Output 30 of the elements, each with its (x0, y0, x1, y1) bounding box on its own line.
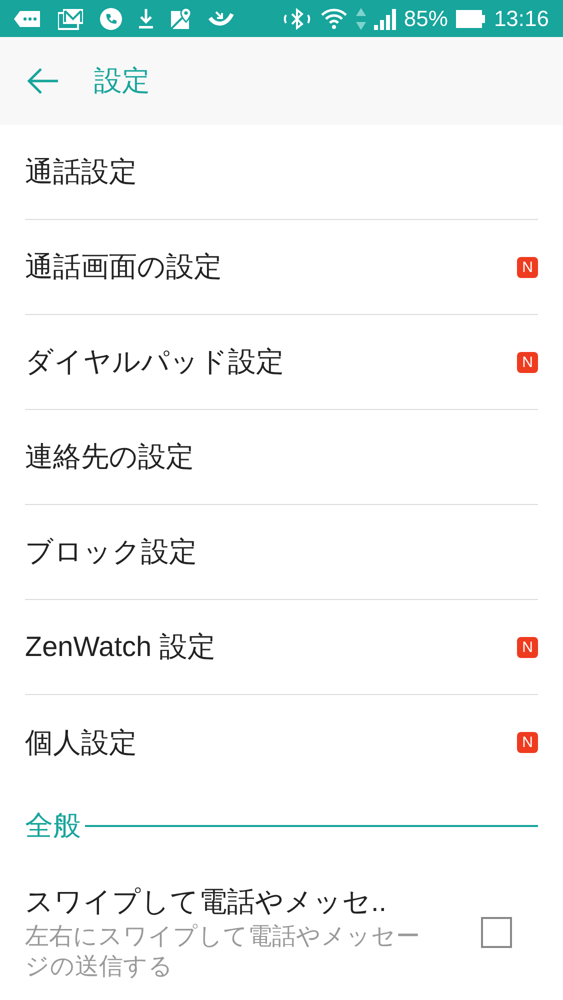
new-badge: N (517, 636, 538, 658)
section-title: 全般 (25, 809, 81, 843)
signal-icon (374, 8, 396, 30)
download-icon (138, 8, 154, 30)
data-arrows-icon (356, 6, 366, 30)
message-icon (14, 8, 42, 28)
mail-icon (58, 8, 84, 30)
battery-percent: 85% (404, 8, 448, 30)
option-description: 左右にスワイプして電話やメッセージの送信する (25, 922, 421, 982)
settings-item[interactable]: ZenWatch 設定 N (25, 600, 538, 695)
settings-item[interactable]: ダイヤルパッド設定 N (25, 315, 538, 410)
settings-item[interactable]: 個人設定 N (25, 695, 538, 790)
clock: 13:16 (494, 8, 549, 30)
phone-icon (100, 8, 122, 30)
new-badge: N (517, 256, 538, 278)
battery-icon (456, 8, 486, 28)
settings-item[interactable]: ブロック設定 (25, 505, 538, 600)
option-title: スワイプして電話やメッセ.. (25, 885, 388, 919)
screen-title: 設定 (94, 64, 150, 98)
checkbox[interactable] (481, 916, 512, 948)
back-icon[interactable] (26, 67, 60, 95)
new-badge: N (517, 352, 538, 372)
bluetooth-icon (282, 8, 312, 30)
new-badge: N (517, 732, 538, 753)
phone-arrow-icon (208, 10, 234, 28)
wifi-icon (320, 8, 348, 30)
settings-item[interactable]: 連絡先の設定 (25, 410, 538, 505)
map-icon (170, 8, 192, 30)
settings-item[interactable]: 通話設定 (25, 125, 538, 220)
settings-item[interactable]: 通話画面の設定 N (25, 220, 538, 315)
